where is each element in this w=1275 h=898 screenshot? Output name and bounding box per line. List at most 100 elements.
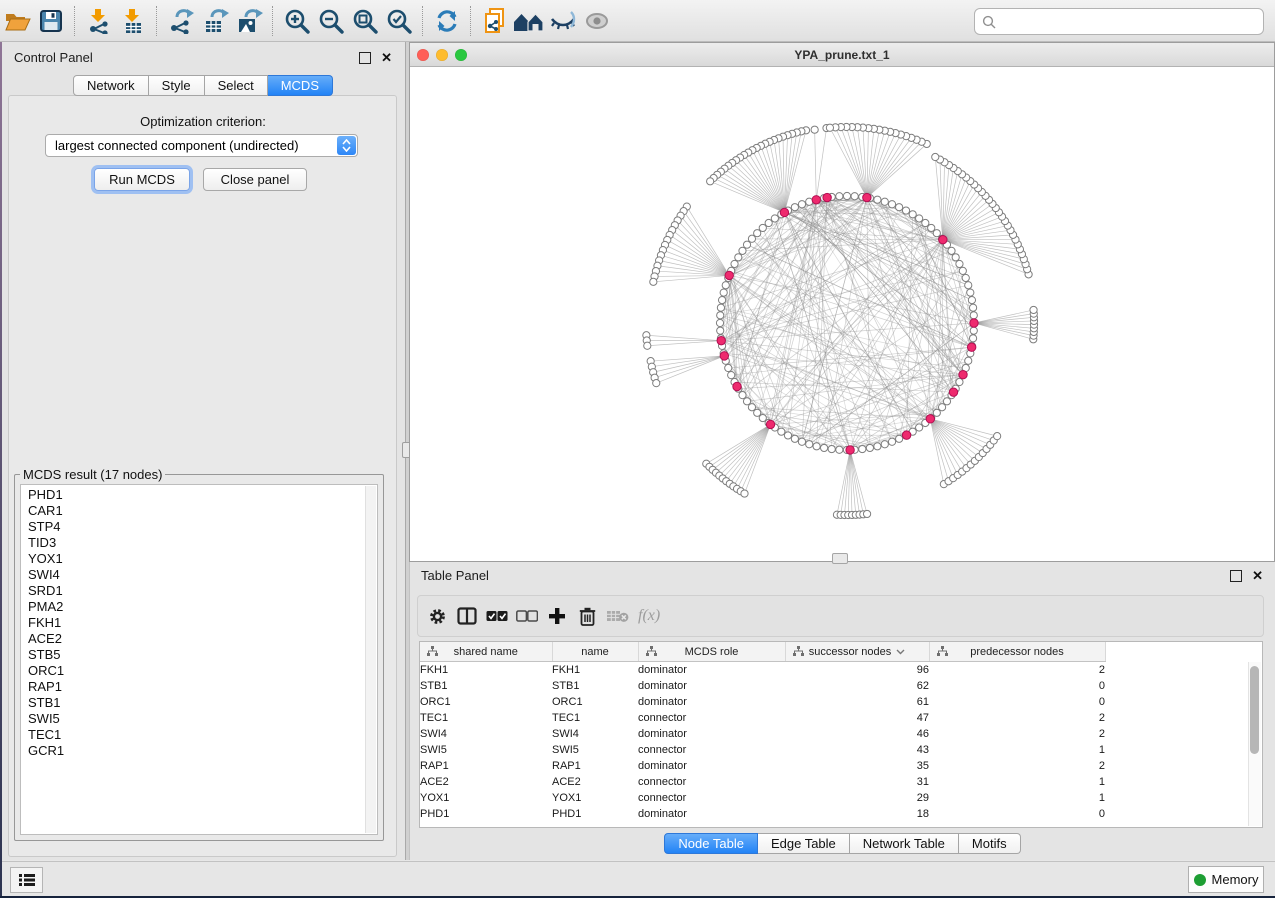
- network-node[interactable]: [933, 409, 940, 416]
- memory-button[interactable]: Memory: [1188, 866, 1264, 893]
- column-header-name[interactable]: name: [552, 642, 638, 662]
- cell[interactable]: FKH1: [420, 662, 552, 679]
- network-node[interactable]: [728, 372, 735, 379]
- cell[interactable]: ORC1: [552, 694, 638, 710]
- tab-node-table[interactable]: Node Table: [664, 833, 758, 854]
- cell[interactable]: dominator: [638, 662, 785, 679]
- zoom-fit-icon[interactable]: [348, 5, 382, 37]
- network-node[interactable]: [748, 235, 755, 242]
- network-node[interactable]: [717, 312, 724, 319]
- cell[interactable]: 0: [929, 678, 1105, 694]
- cell[interactable]: RAP1: [420, 758, 552, 774]
- cell[interactable]: 46: [785, 726, 929, 742]
- mcds-result-item[interactable]: SRD1: [28, 583, 377, 599]
- mcds-node[interactable]: [766, 420, 774, 428]
- tab-network[interactable]: Network: [73, 75, 149, 96]
- mcds-node[interactable]: [780, 208, 788, 216]
- network-node[interactable]: [952, 254, 959, 261]
- cell[interactable]: connector: [638, 742, 785, 758]
- network-node[interactable]: [874, 196, 881, 203]
- cell[interactable]: 43: [785, 742, 929, 758]
- mcds-node[interactable]: [926, 415, 934, 423]
- mcds-node[interactable]: [717, 336, 725, 344]
- mcds-result-item[interactable]: RAP1: [28, 679, 377, 695]
- float-panel-icon[interactable]: [1230, 570, 1242, 582]
- column-header-MCDS-role[interactable]: MCDS role: [638, 642, 785, 662]
- tab-style[interactable]: Style: [149, 75, 205, 96]
- network-node[interactable]: [965, 282, 972, 289]
- network-node[interactable]: [943, 398, 950, 405]
- network-node[interactable]: [859, 445, 866, 452]
- network-node[interactable]: [707, 178, 714, 185]
- network-node[interactable]: [743, 241, 750, 248]
- zoom-in-icon[interactable]: [280, 5, 314, 37]
- cell[interactable]: 2: [929, 710, 1105, 726]
- network-node[interactable]: [933, 230, 940, 237]
- close-panel-icon[interactable]: ✕: [381, 53, 392, 63]
- cell[interactable]: connector: [638, 710, 785, 726]
- mcds-result-item[interactable]: TEC1: [28, 727, 377, 743]
- add-column-icon[interactable]: [544, 603, 570, 629]
- cell[interactable]: 96: [785, 662, 929, 679]
- cell[interactable]: SWI4: [552, 726, 638, 742]
- cell[interactable]: PHD1: [420, 806, 552, 822]
- import-table-icon[interactable]: [116, 5, 150, 37]
- mcds-result-item[interactable]: FKH1: [28, 615, 377, 631]
- float-panel-icon[interactable]: [359, 52, 371, 64]
- network-node[interactable]: [916, 424, 923, 431]
- cell[interactable]: 0: [929, 806, 1105, 822]
- table-row-FKH1[interactable]: FKH1FKH1dominator962: [420, 662, 1262, 679]
- mcds-node[interactable]: [959, 370, 967, 378]
- cell[interactable]: ACE2: [552, 774, 638, 790]
- network-node[interactable]: [928, 224, 935, 231]
- cell[interactable]: 31: [785, 774, 929, 790]
- network-node[interactable]: [874, 443, 881, 450]
- cell[interactable]: 61: [785, 694, 929, 710]
- export-image-icon[interactable]: [232, 5, 266, 37]
- cell[interactable]: 62: [785, 678, 929, 694]
- network-node[interactable]: [959, 267, 966, 274]
- cell[interactable]: 1: [929, 790, 1105, 806]
- mcds-result-item[interactable]: STB5: [28, 647, 377, 663]
- mcds-node[interactable]: [720, 352, 728, 360]
- network-node[interactable]: [888, 438, 895, 445]
- cell[interactable]: YOX1: [552, 790, 638, 806]
- mcds-result-item[interactable]: CAR1: [28, 503, 377, 519]
- mcds-node[interactable]: [902, 431, 910, 439]
- mcds-node[interactable]: [863, 193, 871, 201]
- search-input[interactable]: [1000, 11, 1263, 33]
- cell[interactable]: dominator: [638, 758, 785, 774]
- mcds-result-item[interactable]: PMA2: [28, 599, 377, 615]
- network-node[interactable]: [722, 282, 729, 289]
- network-from-selection-icon[interactable]: [478, 5, 512, 37]
- network-node[interactable]: [969, 335, 976, 342]
- cell[interactable]: PHD1: [552, 806, 638, 822]
- table-row-SWI4[interactable]: SWI4SWI4dominator462: [420, 726, 1262, 742]
- save-icon[interactable]: [34, 5, 68, 37]
- network-node[interactable]: [650, 278, 657, 285]
- zoom-out-icon[interactable]: [314, 5, 348, 37]
- cell[interactable]: 2: [929, 726, 1105, 742]
- cell[interactable]: 18: [785, 806, 929, 822]
- cell[interactable]: RAP1: [552, 758, 638, 774]
- show-columns-icon[interactable]: [454, 603, 480, 629]
- cell[interactable]: FKH1: [552, 662, 638, 679]
- export-table-icon[interactable]: [198, 5, 232, 37]
- deselect-all-icon[interactable]: [514, 603, 540, 629]
- table-row-STB1[interactable]: STB1STB1dominator620: [420, 678, 1262, 694]
- mcds-result-item[interactable]: YOX1: [28, 551, 377, 567]
- network-node[interactable]: [759, 414, 766, 421]
- cell[interactable]: 35: [785, 758, 929, 774]
- network-node[interactable]: [970, 327, 977, 334]
- network-node[interactable]: [717, 327, 724, 334]
- network-node[interactable]: [922, 219, 929, 226]
- network-node[interactable]: [881, 198, 888, 205]
- network-node[interactable]: [888, 201, 895, 208]
- cell[interactable]: dominator: [638, 694, 785, 710]
- network-node[interactable]: [735, 254, 742, 261]
- network-node[interactable]: [909, 211, 916, 218]
- network-node[interactable]: [791, 204, 798, 211]
- column-header-predecessor-nodes[interactable]: predecessor nodes: [929, 642, 1105, 662]
- cell[interactable]: 2: [929, 662, 1105, 679]
- network-node[interactable]: [798, 201, 805, 208]
